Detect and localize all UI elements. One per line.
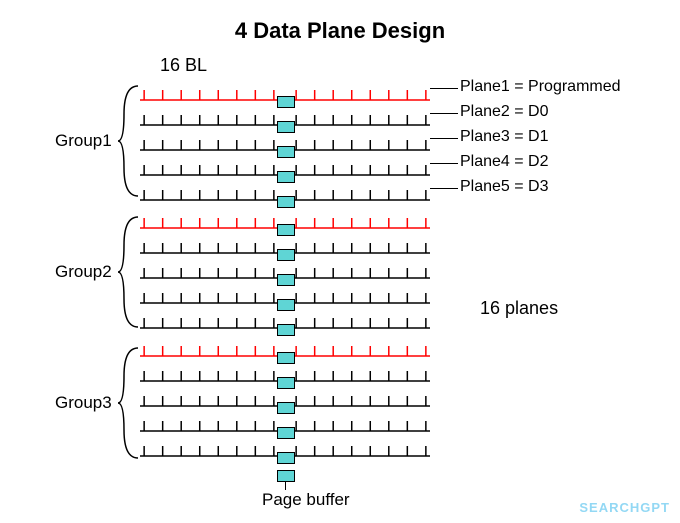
leader-line [430,138,458,139]
plane-row [140,233,430,255]
group3-label: Group3 [55,393,112,413]
plane-row [140,386,430,408]
page-buffer-icon [277,171,295,183]
group1-label: Group1 [55,131,112,151]
plane2-label: Plane2 = D0 [460,103,549,121]
group2-bracket [118,213,140,331]
diagram-title: 4 Data Plane Design [0,18,680,44]
planes-count-label: 16 planes [480,298,558,319]
plane-row [140,105,430,127]
page-buffer-icon [277,470,295,482]
plane-row [140,80,430,102]
plane-row [140,308,430,330]
plane-row [140,361,430,383]
leader-line [430,163,458,164]
plane4-label: Plane4 = D2 [460,153,549,171]
leader-line [430,113,458,114]
page-buffer-label: Page buffer [262,490,350,510]
plane-row [140,180,430,202]
leader-line [430,88,458,89]
plane-row [140,258,430,280]
plane-row [140,283,430,305]
plane5-label: Plane5 = D3 [460,178,549,196]
page-buffer-icon [277,402,295,414]
page-buffer-icon [277,121,295,133]
plane-group [140,208,430,330]
page-buffer-icon [277,427,295,439]
page-buffer-icon [277,274,295,286]
plane-row [140,130,430,152]
group2-label: Group2 [55,262,112,282]
plane3-label: Plane3 = D1 [460,128,549,146]
plane-group [140,336,430,458]
group3-bracket [118,344,140,462]
page-buffer-icon [277,249,295,261]
leader-line [285,482,286,490]
page-buffer-icon [277,224,295,236]
plane-row [140,336,430,358]
page-buffer-icon [277,196,295,208]
plane1-label: Plane1 = Programmed [460,78,621,96]
plane-row [140,411,430,433]
page-buffer-icon [277,324,295,336]
bl-count-label: 16 BL [160,55,207,76]
page-buffer-icon [277,452,295,464]
page-buffer-icon [277,352,295,364]
plane-group [140,80,430,202]
plane-row [140,436,430,458]
plane-row [140,155,430,177]
page-buffer-icon [277,146,295,158]
leader-line [430,188,458,189]
watermark: SEARCHGPT [579,500,670,515]
page-buffer-icon [277,299,295,311]
plane-row [140,208,430,230]
plane-diagram [140,80,430,464]
group1-bracket [118,82,140,200]
page-buffer-icon [277,377,295,389]
page-buffer-icon [277,96,295,108]
